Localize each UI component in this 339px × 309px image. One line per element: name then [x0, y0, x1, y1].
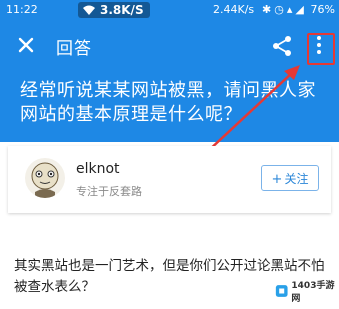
alarm-icon: ◷	[274, 3, 287, 16]
plus-icon: +	[271, 172, 283, 187]
app-header: 11:22 3.8K/S 2.44K/s ✱◷▴◢ 76% 回答 经常听说某某网…	[0, 0, 339, 142]
battery-level: 76%	[310, 3, 335, 16]
status-time: 11:22	[6, 3, 38, 16]
watermark: 1403手游网	[275, 276, 335, 306]
status-speed: 2.44K/s	[213, 3, 255, 16]
more-options-button[interactable]	[306, 29, 332, 59]
avatar-image	[31, 162, 59, 198]
share-icon	[273, 36, 291, 56]
follow-button[interactable]: + 关注	[261, 165, 319, 191]
close-icon	[18, 37, 34, 53]
status-bar: 11:22 3.8K/S 2.44K/s ✱◷▴◢ 76%	[0, 0, 339, 20]
watermark-text: 1403手游网	[291, 281, 335, 304]
toolbar-title: 回答	[56, 39, 92, 59]
avatar[interactable]	[25, 158, 65, 198]
status-icons: ✱◷▴◢	[262, 3, 307, 16]
follow-label: 关注	[284, 172, 309, 186]
network-speed-badge: 3.8K/S	[78, 2, 150, 18]
signal-bars-icon: ◢	[295, 3, 307, 16]
author-card[interactable]: elknot 专注于反套路 + 关注	[8, 146, 331, 213]
author-description: 专注于反套路	[76, 185, 142, 198]
network-speed-value: 3.8K/S	[100, 3, 144, 17]
question-title: 经常听说某某网站被黑，请问黑人家网站的基本原理是什么呢？	[20, 80, 316, 125]
wifi-icon	[83, 5, 95, 15]
author-name[interactable]: elknot	[76, 161, 120, 177]
share-button[interactable]	[270, 34, 294, 58]
more-vert-icon	[317, 36, 321, 57]
bluetooth-icon: ✱	[262, 3, 275, 16]
toolbar: 回答	[0, 28, 339, 66]
close-button[interactable]	[14, 33, 38, 57]
watermark-logo-icon	[275, 285, 288, 297]
